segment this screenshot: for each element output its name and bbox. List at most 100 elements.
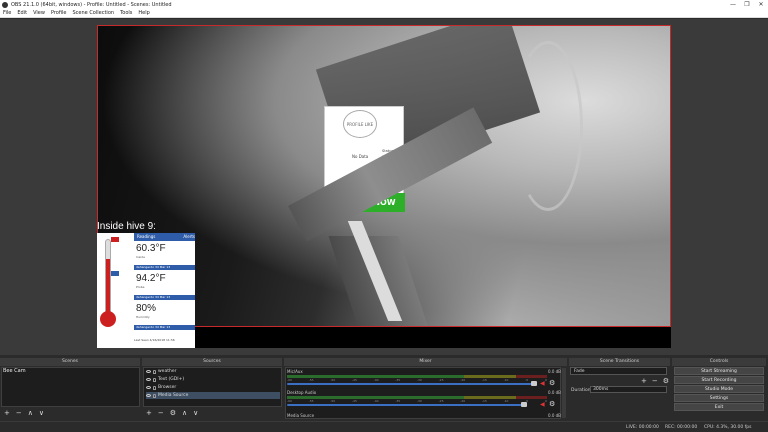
phone-no-data: No Data [352,154,369,159]
lock-icon[interactable] [153,385,156,390]
volume-slider[interactable] [287,404,527,406]
tick-label: -20 [460,399,466,403]
transition-toolbar: + − ⚙ [641,377,669,385]
add-source-button[interactable]: + [146,409,152,417]
tick-label: -40 [373,378,379,382]
mixer-title: Mixer [284,358,567,366]
speaker-icon[interactable]: ◀ [540,381,546,387]
wood-grain [513,41,583,211]
exit-button[interactable]: Exit [674,403,764,411]
menu-scene-collection[interactable]: Scene Collection [69,10,117,16]
source-item-media-source[interactable]: Media Source [146,392,280,399]
start-streaming-button[interactable]: Start Streaming [674,367,764,375]
tick-label: -5 [525,378,529,382]
tick-label: -60 [287,399,292,403]
cpu-fps: CPU: 4.3%, 30.00 fps [704,425,752,430]
mixer-channel-db: 0.0 dB [548,369,561,374]
eye-icon[interactable] [146,386,151,389]
hive-header: Readings Alerts [134,233,195,241]
tick-label: -50 [330,399,336,403]
move-source-up-button[interactable]: ∧ [182,409,187,417]
source-label: Browser [158,385,177,390]
remove-transition-button[interactable]: − [652,377,658,385]
menu-profile[interactable]: Profile [48,10,70,16]
maximize-button[interactable]: ❐ [740,1,754,8]
tick-label: -10 [503,378,509,382]
start-recording-button[interactable]: Start Recording [674,376,764,384]
lock-icon[interactable] [153,393,156,398]
scenes-toolbar: + − ∧ ∨ [4,409,44,417]
mixer-channel-db: 0.0 dB [548,413,561,418]
volume-slider-handle[interactable] [521,402,527,407]
transition-gear-icon[interactable]: ⚙ [663,377,669,385]
remove-source-button[interactable]: − [158,409,164,417]
thermometer-low-marker [111,271,119,276]
transition-select[interactable]: Fade [570,367,667,375]
hive-widget: Readings Alerts 60.3°F Inside dehangerdo… [97,233,195,348]
tick-label: -50 [330,378,336,382]
tick-label: -35 [395,378,401,382]
live-timer: LIVE: 00:00:00 [626,425,659,430]
eye-icon[interactable] [146,378,151,381]
mixer-channel-db: 0.0 dB [548,390,561,395]
move-source-down-button[interactable]: ∨ [193,409,198,417]
mixer-scrollbar[interactable] [562,368,566,418]
move-scene-down-button[interactable]: ∨ [39,409,44,417]
title-bar: OBS 21.1.0 (64bit, windows) - Profile: U… [0,0,768,9]
thermometer-bulb [100,311,116,327]
add-transition-button[interactable]: + [641,377,647,385]
move-scene-up-button[interactable]: ∧ [28,409,33,417]
tick-label: -60 [287,378,292,382]
volume-slider-handle[interactable] [531,381,537,386]
duration-label: Duration [571,388,591,393]
tick-label: -45 [351,378,357,382]
tick-label: -25 [438,378,444,382]
menu-file[interactable]: File [0,10,14,16]
lock-icon[interactable] [153,369,156,374]
volume-slider[interactable] [287,383,537,385]
scene-item-bee-cam[interactable]: Bee Cam [3,368,26,374]
mixer-channel-name: Desktop Audio [287,390,317,395]
tick-label: -40 [373,399,379,403]
preview-canvas[interactable]: PROFILE LIKE No Data Status Month START … [97,25,671,348]
menu-help[interactable]: Help [135,10,152,16]
hive-reading-inside: 60.3°F [136,243,166,254]
close-button[interactable]: ✕ [754,1,768,8]
scenes-title: Scenes [0,358,140,366]
settings-button[interactable]: Settings [674,394,764,402]
eye-icon[interactable] [146,394,151,397]
duration-input[interactable]: 300ms [590,386,667,393]
menu-tools[interactable]: Tools [117,10,135,16]
hive-bar: dehangerdo 3d Mar 13 [134,325,195,330]
tick-label: -30 [416,378,422,382]
transitions-title: Scene Transitions [569,358,670,366]
menu-view[interactable]: View [30,10,48,16]
hive-last-seen: Last Seen 4/16/2018 11:56 [134,338,175,342]
mixer-gear-icon[interactable]: ⚙ [549,401,556,408]
source-item-browser[interactable]: Browser [146,384,280,391]
add-scene-button[interactable]: + [4,409,10,417]
source-properties-gear-icon[interactable]: ⚙ [170,409,176,417]
remove-scene-button[interactable]: − [16,409,22,417]
source-item-weather[interactable]: weather [146,368,280,375]
mixer-gear-icon[interactable]: ⚙ [549,380,556,387]
obs-logo-icon [2,1,8,8]
eye-icon[interactable] [146,370,151,373]
tick-label: -45 [351,399,357,403]
meter-ticks: -60 -55 -50 -45 -40 -35 -30 -25 -20 -15 -10 -5 0 [287,378,547,382]
source-item-text[interactable]: Text (GDI+) [146,376,280,383]
menu-edit[interactable]: Edit [14,10,30,16]
hive-bar: dehangerdo 3d Mar 13 [134,295,195,300]
source-label: Text (GDI+) [158,377,185,382]
sources-toolbar: + − ⚙ ∧ ∨ [146,409,198,417]
tick-label: -15 [481,399,487,403]
tick-label: -15 [481,378,487,382]
mixer-channel-name: Media Source [287,413,315,418]
hive-bar: dehangerdo 3d Mar 13 [134,265,195,270]
tick-label: -20 [460,378,466,382]
minimize-button[interactable]: — [726,1,740,8]
lock-icon[interactable] [153,377,156,382]
studio-mode-button[interactable]: Studio Mode [674,385,764,393]
speaker-icon[interactable]: ◀ [540,402,546,408]
source-label: Media Source [158,393,189,398]
